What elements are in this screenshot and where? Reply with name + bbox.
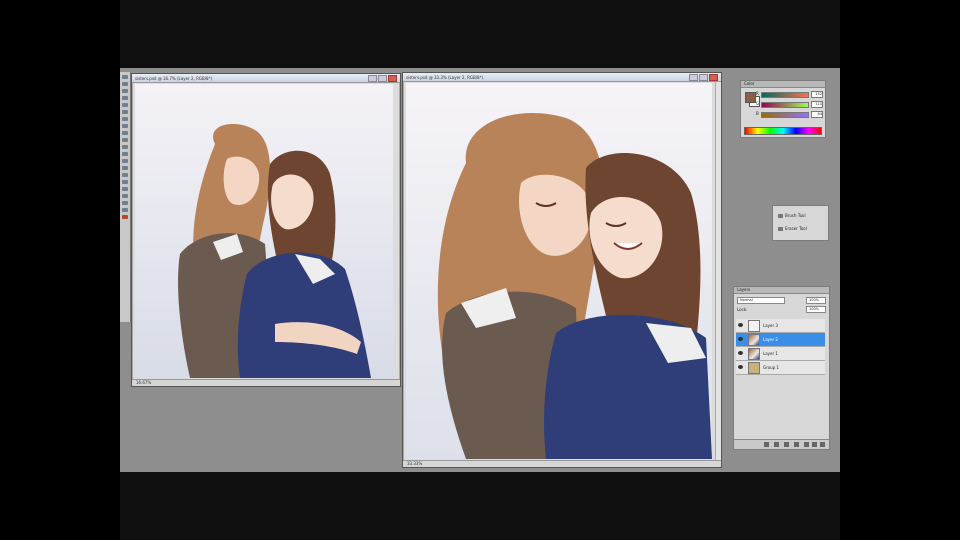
wand-tool-icon[interactable] — [122, 96, 128, 100]
foreground-swatch[interactable] — [745, 92, 756, 103]
new-group-icon[interactable] — [804, 442, 809, 447]
layer-row[interactable]: Layer 3 — [736, 319, 825, 333]
adjustment-layer-icon[interactable] — [794, 442, 799, 447]
hand-tool-icon[interactable] — [122, 201, 128, 205]
document-status: 33.33% — [403, 460, 721, 467]
color-panel: Color R 152 G 110 B 84 — [740, 80, 826, 138]
zoom-tool-icon[interactable] — [122, 208, 128, 212]
close-icon[interactable] — [709, 73, 718, 81]
artwork-canvas[interactable] — [135, 84, 393, 378]
document-status: 16.67% — [132, 379, 400, 386]
layer-name: Layer 1 — [763, 351, 778, 356]
shape-tool-icon[interactable] — [122, 194, 128, 198]
pen-tool-icon[interactable] — [122, 173, 128, 177]
letterbox-left — [0, 0, 120, 540]
artwork-canvas-zoomed[interactable] — [406, 83, 712, 459]
artwork-illustration — [135, 84, 393, 378]
layer-name: Group 1 — [763, 365, 779, 370]
document-window-small[interactable]: sisters.psd @ 16.7% (Layer 2, RGB/8*) 16… — [131, 73, 401, 387]
document-title: sisters.psd @ 16.7% (Layer 2, RGB/8*) — [135, 75, 213, 81]
layers-footer-toolbar — [734, 439, 829, 449]
document-title: sisters.psd @ 33.3% (Layer 2, RGB/8*) — [406, 74, 484, 80]
visibility-eye-icon[interactable] — [738, 365, 743, 369]
layers-panel: Layers Normal 100% Lock: 100% Layer 3 La… — [733, 286, 830, 450]
document-titlebar[interactable]: sisters.psd @ 33.3% (Layer 2, RGB/8*) — [403, 73, 721, 82]
eraser-tool-icon[interactable] — [122, 145, 128, 149]
layer-style-icon[interactable] — [774, 442, 779, 447]
visibility-eye-icon[interactable] — [738, 323, 743, 327]
fill-field[interactable]: 100% — [806, 306, 826, 313]
artwork-illustration-zoomed — [406, 83, 712, 459]
layer-group-row[interactable]: Group 1 — [736, 361, 825, 375]
opacity-field[interactable]: 100% — [806, 297, 826, 304]
lasso-tool-icon[interactable] — [122, 89, 128, 93]
close-icon[interactable] — [388, 74, 397, 82]
marquee-tool-icon[interactable] — [122, 82, 128, 86]
letterbox-right — [840, 0, 960, 540]
layer-row[interactable]: Layer 1 — [736, 347, 825, 361]
heal-tool-icon[interactable] — [122, 117, 128, 121]
lock-label: Lock: — [737, 307, 748, 312]
channel-g-value[interactable]: 110 — [811, 101, 823, 108]
document-titlebar[interactable]: sisters.psd @ 16.7% (Layer 2, RGB/8*) — [132, 74, 400, 83]
minimize-icon[interactable] — [368, 74, 377, 82]
add-mask-icon[interactable] — [784, 442, 789, 447]
visibility-eye-icon[interactable] — [738, 351, 743, 355]
history-item-label: Brush Tool — [785, 213, 806, 218]
history-item[interactable]: Eraser Tool — [777, 225, 823, 233]
layer-row-selected[interactable]: Layer 2 — [736, 333, 825, 347]
gradient-tool-icon[interactable] — [122, 152, 128, 156]
channel-r-label: R — [756, 91, 759, 96]
blend-mode-select[interactable]: Normal — [737, 297, 785, 304]
brush-tool-icon[interactable] — [122, 124, 128, 128]
path-select-icon[interactable] — [122, 187, 128, 191]
foreground-color-icon[interactable] — [122, 215, 128, 219]
color-panel-tab[interactable]: Color — [741, 81, 825, 88]
channel-b-label: B — [756, 111, 759, 116]
history-brush-icon[interactable] — [122, 138, 128, 142]
layer-name: Layer 3 — [763, 323, 778, 328]
move-tool-icon[interactable] — [122, 75, 128, 79]
minimize-icon[interactable] — [689, 73, 698, 81]
layers-panel-tab[interactable]: Layers — [734, 287, 829, 294]
color-spectrum-ramp[interactable] — [744, 127, 822, 135]
layer-thumbnail — [748, 334, 760, 346]
delete-layer-icon[interactable] — [820, 442, 825, 447]
channel-r-slider[interactable] — [761, 92, 809, 98]
brush-icon — [778, 214, 783, 218]
new-layer-icon[interactable] — [812, 442, 817, 447]
maximize-icon[interactable] — [699, 73, 708, 81]
blur-tool-icon[interactable] — [122, 159, 128, 163]
layer-thumbnail — [748, 320, 760, 332]
stamp-tool-icon[interactable] — [122, 131, 128, 135]
visibility-eye-icon[interactable] — [738, 337, 743, 341]
channel-b-slider[interactable] — [761, 112, 809, 118]
channel-g-slider[interactable] — [761, 102, 809, 108]
crop-tool-icon[interactable] — [122, 103, 128, 107]
history-panel: Brush Tool Eraser Tool — [772, 205, 829, 241]
history-item[interactable]: Brush Tool — [777, 212, 823, 220]
folder-icon — [748, 362, 760, 374]
maximize-icon[interactable] — [378, 74, 387, 82]
layer-thumbnail — [748, 348, 760, 360]
history-item-label: Eraser Tool — [785, 226, 807, 231]
vertical-scrollbar[interactable] — [715, 82, 721, 460]
eyedropper-tool-icon[interactable] — [122, 110, 128, 114]
channel-g-label: G — [756, 101, 760, 106]
channel-r-value[interactable]: 152 — [811, 91, 823, 98]
channel-b-value[interactable]: 84 — [811, 111, 823, 118]
layer-name: Layer 2 — [763, 337, 778, 342]
tools-panel — [120, 72, 131, 322]
dodge-tool-icon[interactable] — [122, 166, 128, 170]
eraser-icon — [778, 227, 783, 231]
type-tool-icon[interactable] — [122, 180, 128, 184]
link-layers-icon[interactable] — [764, 442, 769, 447]
document-window-large[interactable]: sisters.psd @ 33.3% (Layer 2, RGB/8*) 33… — [402, 72, 722, 468]
